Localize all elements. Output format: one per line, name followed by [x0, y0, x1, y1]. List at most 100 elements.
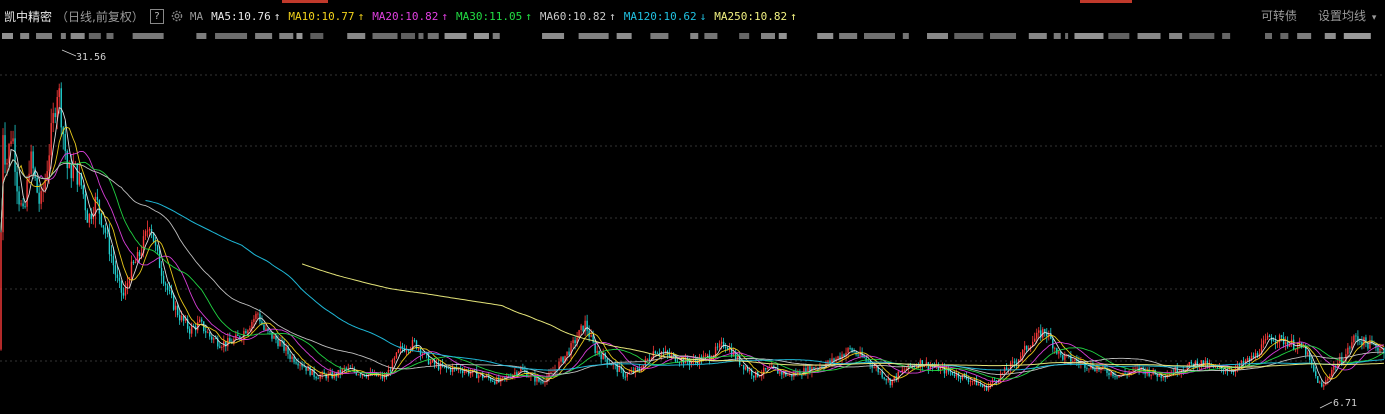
- event-marker: [1169, 33, 1183, 39]
- candle-body: [596, 350, 598, 353]
- ma-legend-value: MA60:10.82: [539, 9, 607, 23]
- candle-body: [1294, 349, 1297, 351]
- candle-body: [229, 338, 231, 343]
- ma-legend-ma5[interactable]: MA5:10.76 ↑: [211, 10, 280, 23]
- candle-body: [305, 366, 307, 371]
- event-marker: [106, 33, 114, 39]
- candle-body: [875, 366, 877, 368]
- candle-body: [969, 381, 972, 382]
- ma-line-ma20: [0, 150, 1385, 383]
- candle-body: [461, 370, 464, 374]
- candle-body: [251, 322, 253, 328]
- candle-body: [1264, 338, 1267, 341]
- candle-body: [887, 378, 889, 381]
- candle-body: [1150, 374, 1152, 376]
- kline-chart[interactable]: 31.56 6.71: [0, 0, 1385, 414]
- candle-body: [174, 305, 177, 310]
- candle-body: [88, 213, 91, 223]
- candle-body: [271, 332, 273, 339]
- event-marker: [427, 33, 439, 39]
- candle-body: [484, 377, 486, 378]
- ma-legend-ma10[interactable]: MA10:10.77 ↑: [288, 10, 364, 23]
- ma-legend-value: MA5:10.76: [211, 9, 271, 23]
- candle-body: [670, 354, 673, 357]
- event-marker: [954, 33, 984, 39]
- event-marker: [690, 33, 699, 39]
- candle-body: [967, 379, 970, 382]
- candle-body: [26, 180, 28, 207]
- candle-body: [18, 191, 20, 205]
- candle-body: [1110, 372, 1112, 376]
- candle-body: [1347, 347, 1349, 355]
- candle-body: [1313, 364, 1315, 372]
- ma-legend-ma120[interactable]: MA120:10.62 ↓: [624, 10, 706, 23]
- candle-body: [12, 138, 14, 142]
- ma-legend-ma250[interactable]: MA250:10.82 ↑: [714, 10, 796, 23]
- candle-body: [207, 332, 209, 334]
- candle-body: [759, 376, 761, 377]
- candle-body: [126, 283, 129, 288]
- candle-body: [104, 227, 107, 233]
- candle-body: [100, 213, 103, 226]
- candle-body: [779, 371, 781, 374]
- candle-body: [1204, 360, 1207, 366]
- candle-body: [4, 135, 6, 165]
- candle-body: [166, 285, 169, 290]
- ma-legend-ma30[interactable]: MA30:11.05 ↑: [456, 10, 532, 23]
- stock-name[interactable]: 凯中精密: [4, 8, 52, 25]
- candle-body: [30, 151, 32, 174]
- event-marker: [1280, 33, 1289, 39]
- event-marker: [704, 33, 718, 39]
- ma-legend-ma60[interactable]: MA60:10.82 ↑: [540, 10, 616, 23]
- candle-body: [787, 374, 789, 376]
- candle-body: [857, 354, 859, 356]
- candle-body: [162, 275, 165, 284]
- convertible-bond-button[interactable]: 可转债: [1261, 5, 1297, 27]
- candle-body: [580, 325, 582, 331]
- candle-body: [885, 378, 887, 381]
- candle-body: [1190, 361, 1193, 364]
- candle-body: [1021, 349, 1024, 357]
- ma-settings-button[interactable]: 设置均线 ▾: [1318, 5, 1376, 27]
- candle-body: [190, 326, 193, 334]
- candle-body: [393, 357, 396, 360]
- candle-body: [102, 225, 105, 228]
- chart-header: 凯中精密 （日线,前复权） ? MA MA5:10.76 ↑ MA10:10.77 ↑…: [0, 5, 1385, 27]
- candle-body: [96, 196, 99, 201]
- candle-body: [48, 155, 50, 172]
- candle-body: [626, 373, 628, 378]
- candle-body: [1367, 343, 1369, 349]
- candle-body: [781, 371, 783, 375]
- arrow-down-icon: ↓: [699, 9, 707, 23]
- candle-body: [357, 374, 359, 376]
- candle-body: [285, 347, 287, 351]
- help-button[interactable]: ?: [149, 8, 164, 24]
- gear-icon[interactable]: [170, 9, 184, 23]
- candle-body: [1379, 348, 1381, 351]
- candle-body: [134, 262, 137, 264]
- candle-body: [221, 347, 223, 348]
- candle-body: [540, 381, 542, 383]
- candle-body: [1315, 371, 1317, 377]
- candle-body: [146, 230, 149, 232]
- event-marker: [2, 33, 13, 39]
- candle-body: [977, 384, 980, 386]
- candle-body: [552, 371, 554, 373]
- candle-body: [1034, 338, 1036, 342]
- candle-body: [197, 322, 199, 331]
- event-marker: [372, 33, 398, 39]
- candle-body: [560, 357, 562, 362]
- candle-body: [867, 360, 869, 362]
- event-marker: [578, 33, 609, 39]
- candle-body: [1054, 348, 1056, 349]
- candle-body: [1164, 377, 1166, 379]
- candle-body: [156, 245, 159, 251]
- candle-body: [971, 381, 974, 382]
- candle-body: [291, 356, 293, 359]
- candle-body: [520, 368, 522, 372]
- candle-body: [714, 346, 717, 356]
- ma-legend-ma20[interactable]: MA20:10.82 ↑: [372, 10, 448, 23]
- event-marker: [902, 33, 909, 39]
- candle-body: [771, 365, 773, 367]
- low-price-label-pointer: [1319, 401, 1333, 409]
